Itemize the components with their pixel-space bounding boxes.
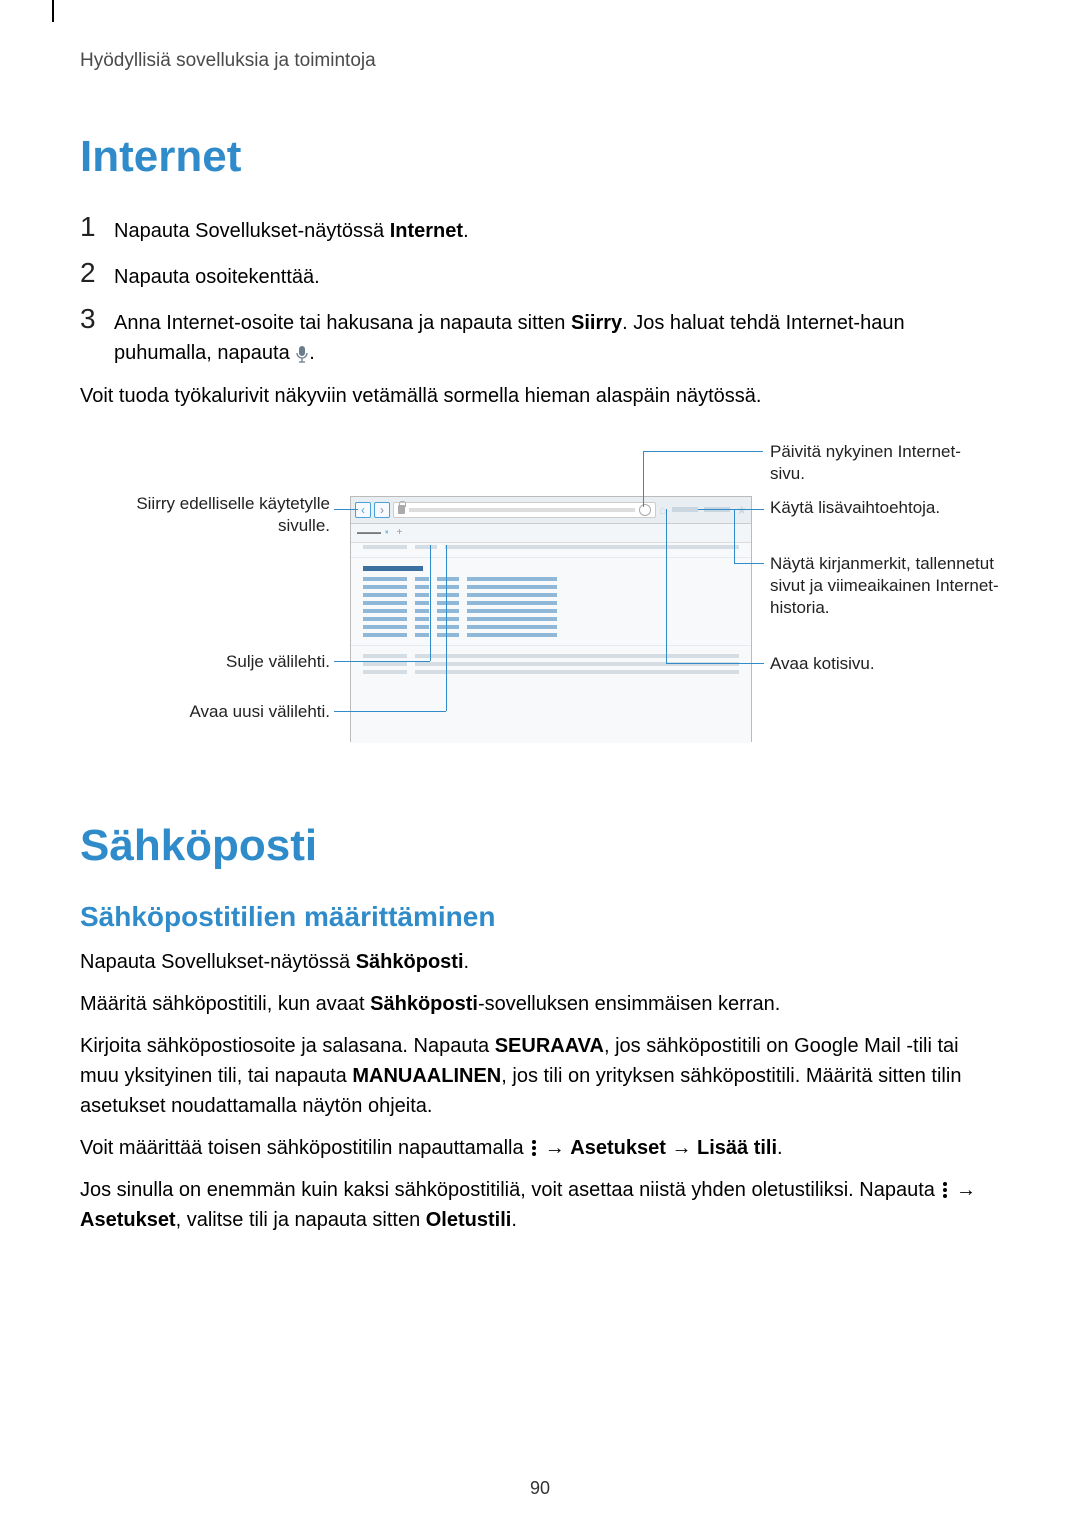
text-fragment: . [511, 1209, 517, 1231]
callout-line [643, 451, 644, 507]
arrow: → [539, 1137, 570, 1159]
step-3: 3 Anna Internet-osoite tai hakusana ja n… [80, 304, 1000, 369]
paragraph: Voit tuoda työkalurivit näkyviin vetämäl… [80, 381, 1000, 411]
callout-bookmarks: Näytä kirjanmerkit, tallennetut sivut ja… [770, 553, 1000, 619]
callout-previous-page: Siirry edelliselle käytetylle sivulle. [80, 493, 330, 537]
text-bold: Sähköposti [356, 951, 464, 973]
forward-button[interactable] [374, 502, 390, 518]
callout-line [643, 451, 763, 452]
back-button[interactable] [355, 502, 371, 518]
paragraph: Voit määrittää toisen sähköpostitilin na… [80, 1133, 1000, 1163]
paragraph: Määritä sähköpostitili, kun avaat Sähköp… [80, 989, 1000, 1019]
text-fragment: Voit määrittää toisen sähköpostitilin na… [80, 1137, 529, 1159]
page-corner-tick [52, 0, 54, 22]
browser-tab[interactable]: ▬▬▬▬× [357, 530, 389, 536]
text-fragment: Määritä sähköpostitili, kun avaat [80, 993, 370, 1015]
callout-close-tab: Sulje välilehti. [80, 651, 330, 673]
text-fragment: Kirjoita sähköpostiosoite ja salasana. N… [80, 1035, 495, 1057]
steps-list: 1 Napauta Sovellukset-näytössä Internet.… [80, 212, 1000, 369]
callout-line [334, 661, 430, 662]
callout-line [734, 509, 735, 563]
new-tab-button[interactable]: + [397, 527, 403, 538]
close-tab-icon[interactable]: × [385, 530, 389, 536]
callout-line [734, 563, 764, 564]
arrow: → [950, 1179, 976, 1201]
callout-line [430, 545, 431, 661]
plus-icon: + [397, 527, 403, 538]
step-text: Napauta Sovellukset-näytössä Internet. [114, 212, 469, 246]
text-bold: SEURAAVA [495, 1035, 604, 1057]
callout-line [334, 711, 446, 712]
text-bold: Asetukset [570, 1137, 666, 1159]
text-bold: Internet [390, 220, 463, 242]
page-body [351, 543, 751, 743]
step-text: Anna Internet-osoite tai hakusana ja nap… [114, 304, 1000, 369]
step-text: Napauta osoitekenttää. [114, 258, 320, 292]
address-text [409, 508, 635, 512]
section-title-email: Sähköposti [80, 821, 1000, 871]
paragraph: Napauta Sovellukset-näytössä Sähköposti. [80, 947, 1000, 977]
text-bold: Asetukset [80, 1209, 176, 1231]
address-bar[interactable] [393, 502, 656, 518]
text-fragment: . [464, 951, 470, 973]
text-fragment: , valitse tili ja napauta sitten [176, 1209, 426, 1231]
callout-line [698, 509, 750, 510]
callout-refresh: Päivitä nykyinen Internet-sivu. [770, 441, 990, 485]
microphone-icon [295, 339, 309, 369]
step-number: 3 [80, 304, 114, 335]
text-fragment: Napauta Sovellukset-näytössä [114, 220, 390, 242]
text-bold: Oletustili [426, 1209, 512, 1231]
callout-new-tab: Avaa uusi välilehti. [80, 701, 330, 723]
text-bold: MANUAALINEN [352, 1065, 501, 1087]
browser-toolbar: ⌂ ★ [351, 497, 751, 524]
callout-line [334, 509, 358, 510]
reload-icon[interactable] [639, 504, 651, 516]
lock-icon [398, 505, 405, 514]
text-fragment: Jos sinulla on enemmän kuin kaksi sähköp… [80, 1179, 940, 1201]
text-fragment: . [463, 220, 469, 242]
step-1: 1 Napauta Sovellukset-näytössä Internet. [80, 212, 1000, 246]
callout-line [446, 545, 447, 711]
browser-figure: ⌂ ★ ▬▬▬▬× + [80, 441, 1000, 781]
toolbar-text-icon[interactable] [672, 507, 698, 512]
callout-line [750, 509, 764, 510]
paragraph: Kirjoita sähköpostiosoite ja salasana. N… [80, 1031, 1000, 1121]
callout-line [666, 509, 667, 663]
text-bold: Lisää tili [697, 1137, 777, 1159]
text-bold: Siirry [571, 312, 622, 334]
text-fragment: -sovelluksen ensimmäisen kerran. [478, 993, 780, 1015]
callout-line [666, 663, 764, 664]
step-number: 1 [80, 212, 114, 243]
running-header: Hyödyllisiä sovelluksia ja toimintoja [80, 50, 1000, 72]
step-2: 2 Napauta osoitekenttää. [80, 258, 1000, 292]
browser-screenshot: ⌂ ★ ▬▬▬▬× + [350, 496, 752, 742]
paragraph: Jos sinulla on enemmän kuin kaksi sähköp… [80, 1175, 1000, 1235]
text-fragment: Napauta Sovellukset-näytössä [80, 951, 356, 973]
section-title-internet: Internet [80, 132, 1000, 182]
step-number: 2 [80, 258, 114, 289]
more-options-icon [940, 1180, 950, 1200]
page-number: 90 [0, 1478, 1080, 1499]
bookmarks-icon[interactable]: ★ [736, 503, 747, 517]
subheading-email-setup: Sähköpostitilien määrittäminen [80, 901, 1000, 933]
page-content: Hyödyllisiä sovelluksia ja toimintoja In… [0, 0, 1080, 1235]
callout-home: Avaa kotisivu. [770, 653, 990, 675]
text-bold: Sähköposti [370, 993, 478, 1015]
text-fragment: . [777, 1137, 783, 1159]
callout-more-options: Käytä lisävaihtoehtoja. [770, 497, 990, 519]
more-options-icon [529, 1138, 539, 1158]
arrow: → [666, 1137, 697, 1159]
text-fragment: Anna Internet-osoite tai hakusana ja nap… [114, 312, 571, 334]
tab-strip: ▬▬▬▬× + [351, 524, 751, 543]
text-fragment: . [309, 342, 315, 364]
